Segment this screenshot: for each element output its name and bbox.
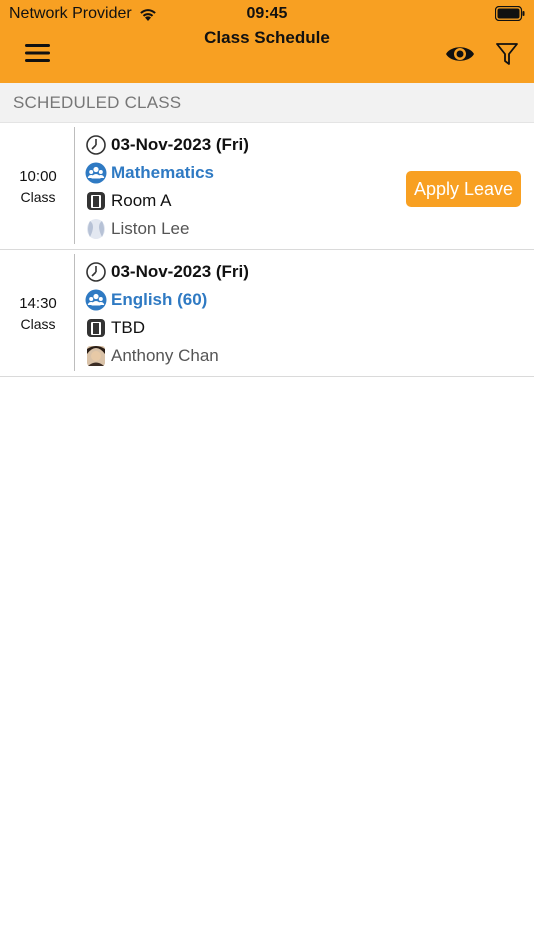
battery-icon bbox=[495, 6, 525, 21]
class-date: 03-Nov-2023 (Fri) bbox=[111, 135, 249, 154]
class-time: 14:30 bbox=[19, 295, 57, 312]
section-title: SCHEDULED CLASS bbox=[13, 93, 182, 112]
clock-icon bbox=[86, 135, 106, 155]
class-row[interactable]: 14:30 Class 03-Nov-2023 (Fri) English (6… bbox=[0, 250, 534, 377]
clock-icon bbox=[86, 262, 106, 282]
class-list: 10:00 Class 03-Nov-2023 (Fri) Mathematic… bbox=[0, 123, 534, 377]
filter-icon[interactable] bbox=[495, 40, 519, 68]
group-icon bbox=[85, 162, 107, 184]
class-time-block: 14:30 Class bbox=[0, 294, 76, 334]
class-subject: English (60) bbox=[111, 290, 208, 309]
avatar bbox=[87, 346, 105, 366]
class-info: 03-Nov-2023 (Fri) English (60) TBD Antho… bbox=[85, 258, 405, 370]
class-row[interactable]: 10:00 Class 03-Nov-2023 (Fri) Mathematic… bbox=[0, 123, 534, 250]
divider bbox=[74, 254, 75, 371]
class-type: Class bbox=[20, 316, 56, 332]
section-header: SCHEDULED CLASS bbox=[0, 83, 534, 123]
class-info: 03-Nov-2023 (Fri) Mathematics Room A Lis… bbox=[85, 131, 405, 243]
class-room: Room A bbox=[111, 191, 172, 210]
apply-leave-button[interactable]: Apply Leave bbox=[406, 171, 521, 207]
avatar-placeholder-icon bbox=[87, 219, 105, 239]
class-type: Class bbox=[20, 189, 56, 205]
group-icon bbox=[85, 289, 107, 311]
eye-icon[interactable] bbox=[444, 40, 476, 68]
class-date: 03-Nov-2023 (Fri) bbox=[111, 262, 249, 281]
door-icon bbox=[87, 319, 105, 337]
divider bbox=[74, 127, 75, 244]
class-time-block: 10:00 Class bbox=[0, 167, 76, 207]
app-header: Network Provider 09:45 Class Schedule bbox=[0, 0, 534, 83]
class-teacher: Liston Lee bbox=[111, 219, 190, 238]
status-time: 09:45 bbox=[246, 5, 288, 22]
class-room: TBD bbox=[111, 318, 145, 337]
menu-icon[interactable] bbox=[24, 41, 52, 65]
class-time: 10:00 bbox=[19, 168, 57, 185]
door-icon bbox=[87, 192, 105, 210]
class-subject: Mathematics bbox=[111, 163, 214, 182]
class-teacher: Anthony Chan bbox=[111, 346, 219, 365]
